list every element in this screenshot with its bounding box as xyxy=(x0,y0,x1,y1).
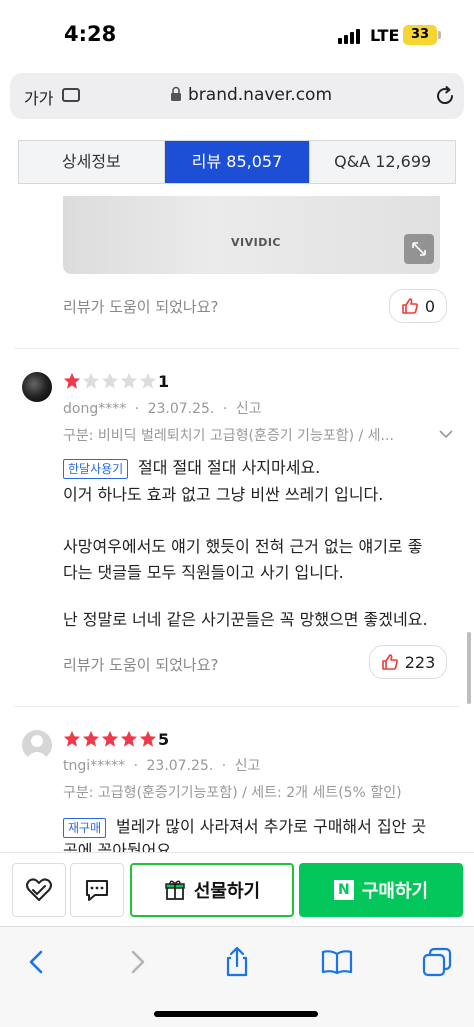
gift-label: 선물하기 xyxy=(193,881,261,902)
tab-reviews[interactable]: 리뷰 85,057 xyxy=(163,141,310,183)
chevron-down-icon[interactable] xyxy=(439,429,453,439)
like-count: 0 xyxy=(424,296,436,316)
star-icon xyxy=(120,730,138,747)
gift-button[interactable]: 선물하기 xyxy=(130,863,294,917)
thumbs-up-icon xyxy=(402,298,418,314)
star-rating xyxy=(63,730,157,748)
extension-icon[interactable] xyxy=(62,88,80,102)
star-rating xyxy=(63,372,157,390)
review-badge: 재구매 xyxy=(63,818,107,838)
reload-icon[interactable] xyxy=(434,85,456,107)
buy-button[interactable]: N 구매하기 xyxy=(299,863,463,917)
report-link[interactable]: 신고 xyxy=(236,401,262,417)
forward-icon[interactable] xyxy=(120,945,154,979)
star-icon xyxy=(101,372,119,389)
address-bar[interactable]: 가가 brand.naver.com xyxy=(10,73,464,119)
like-button[interactable]: 223 xyxy=(369,645,447,679)
wishlist-button[interactable] xyxy=(12,863,66,917)
review-body-line: 이거 하나도 효과 없고 그냥 비싼 쓰레기 입니다. xyxy=(63,485,384,504)
home-indicator xyxy=(154,1011,318,1017)
review-options: 구분: 비비딕 벌레퇴치기 고급형(훈증기 기능포함) / 세... xyxy=(63,425,394,445)
like-count: 223 xyxy=(404,652,436,672)
star-icon xyxy=(63,730,81,747)
review-options-text: 구분: 비비딕 벌레퇴치기 고급형(훈증기 기능포함) / 세... xyxy=(63,428,394,444)
status-bar: 4:28 LTE 33 xyxy=(0,0,474,70)
avatar[interactable] xyxy=(22,372,52,402)
status-time: 4:28 xyxy=(64,22,117,46)
signal-icon xyxy=(338,29,360,44)
gift-icon xyxy=(165,880,185,900)
heart-check-icon xyxy=(26,878,52,901)
review-body-line: 사망여우에서도 얘기 했듯이 전혀 근거 없는 얘기로 좋 xyxy=(63,537,423,556)
star-icon xyxy=(63,372,81,389)
product-brand-text: VIVIDIC xyxy=(231,236,282,249)
review-date: 23.07.25. xyxy=(146,758,214,774)
divider xyxy=(14,348,460,349)
review-user: tngi***** xyxy=(63,758,126,774)
tab-qna[interactable]: Q&A 12,699 xyxy=(309,141,456,183)
review-body-line: 절대 절대 절대 사지마세요. xyxy=(138,458,321,477)
review-photo[interactable]: VIVIDIC xyxy=(63,196,440,274)
lock-icon xyxy=(171,86,181,101)
expand-icon[interactable] xyxy=(404,234,434,264)
share-icon[interactable] xyxy=(220,945,254,979)
purchase-bar: 선물하기 N 구매하기 xyxy=(0,852,474,926)
scrollbar[interactable] xyxy=(467,632,471,704)
divider xyxy=(14,706,460,707)
star-icon xyxy=(139,730,157,747)
review-meta: dong**** · 23.07.25. · 신고 xyxy=(63,401,262,417)
bookmarks-icon[interactable] xyxy=(320,945,354,979)
tabs-icon[interactable] xyxy=(420,945,454,979)
review-user: dong**** xyxy=(63,401,127,417)
like-button[interactable]: 0 xyxy=(389,289,447,323)
naver-pay-icon: N xyxy=(333,880,354,900)
helpful-prompt: 리뷰가 도움이 되었나요? xyxy=(63,298,219,316)
thumbs-up-icon xyxy=(381,654,398,670)
helpful-prompt: 리뷰가 도움이 되었나요? xyxy=(63,656,219,674)
report-link[interactable]: 신고 xyxy=(235,758,261,774)
review-badge: 한달사용기 xyxy=(63,459,129,479)
review-body-line: 다는 댓글들 모두 직원들이고 사기 입니다. xyxy=(63,563,344,582)
star-icon xyxy=(82,372,100,389)
review-body-line: 난 정말로 너네 같은 사기꾼들은 꼭 망했으면 좋겠네요. xyxy=(63,610,428,629)
back-icon[interactable] xyxy=(20,945,54,979)
text-size-button[interactable]: 가가 xyxy=(24,85,53,109)
url-text[interactable]: brand.naver.com xyxy=(188,85,332,105)
star-icon xyxy=(101,730,119,747)
chat-icon xyxy=(86,880,108,901)
tab-detail[interactable]: 상세정보 xyxy=(19,141,164,183)
battery-cap xyxy=(438,31,441,39)
star-icon xyxy=(120,372,138,389)
review-body-line: 벌레가 많이 사라져서 추가로 구매해서 집안 곳 xyxy=(116,817,427,836)
star-icon xyxy=(139,372,157,389)
buy-label: 구매하기 xyxy=(361,881,429,902)
rating-value: 5 xyxy=(158,730,170,749)
network-label: LTE xyxy=(370,26,400,45)
review-meta: tngi***** · 23.07.25. · 신고 xyxy=(63,758,261,774)
review-tabs: 상세정보 리뷰 85,057 Q&A 12,699 xyxy=(18,140,456,184)
battery-icon: 33 xyxy=(403,25,437,45)
avatar[interactable] xyxy=(22,730,52,760)
review-date: 23.07.25. xyxy=(147,401,215,417)
review-options: 구분: 고급형(훈증기기능포함) / 세트: 2개 세트(5% 할인) xyxy=(63,785,402,801)
talk-button[interactable] xyxy=(70,863,124,917)
rating-value: 1 xyxy=(158,372,170,391)
star-icon xyxy=(82,730,100,747)
